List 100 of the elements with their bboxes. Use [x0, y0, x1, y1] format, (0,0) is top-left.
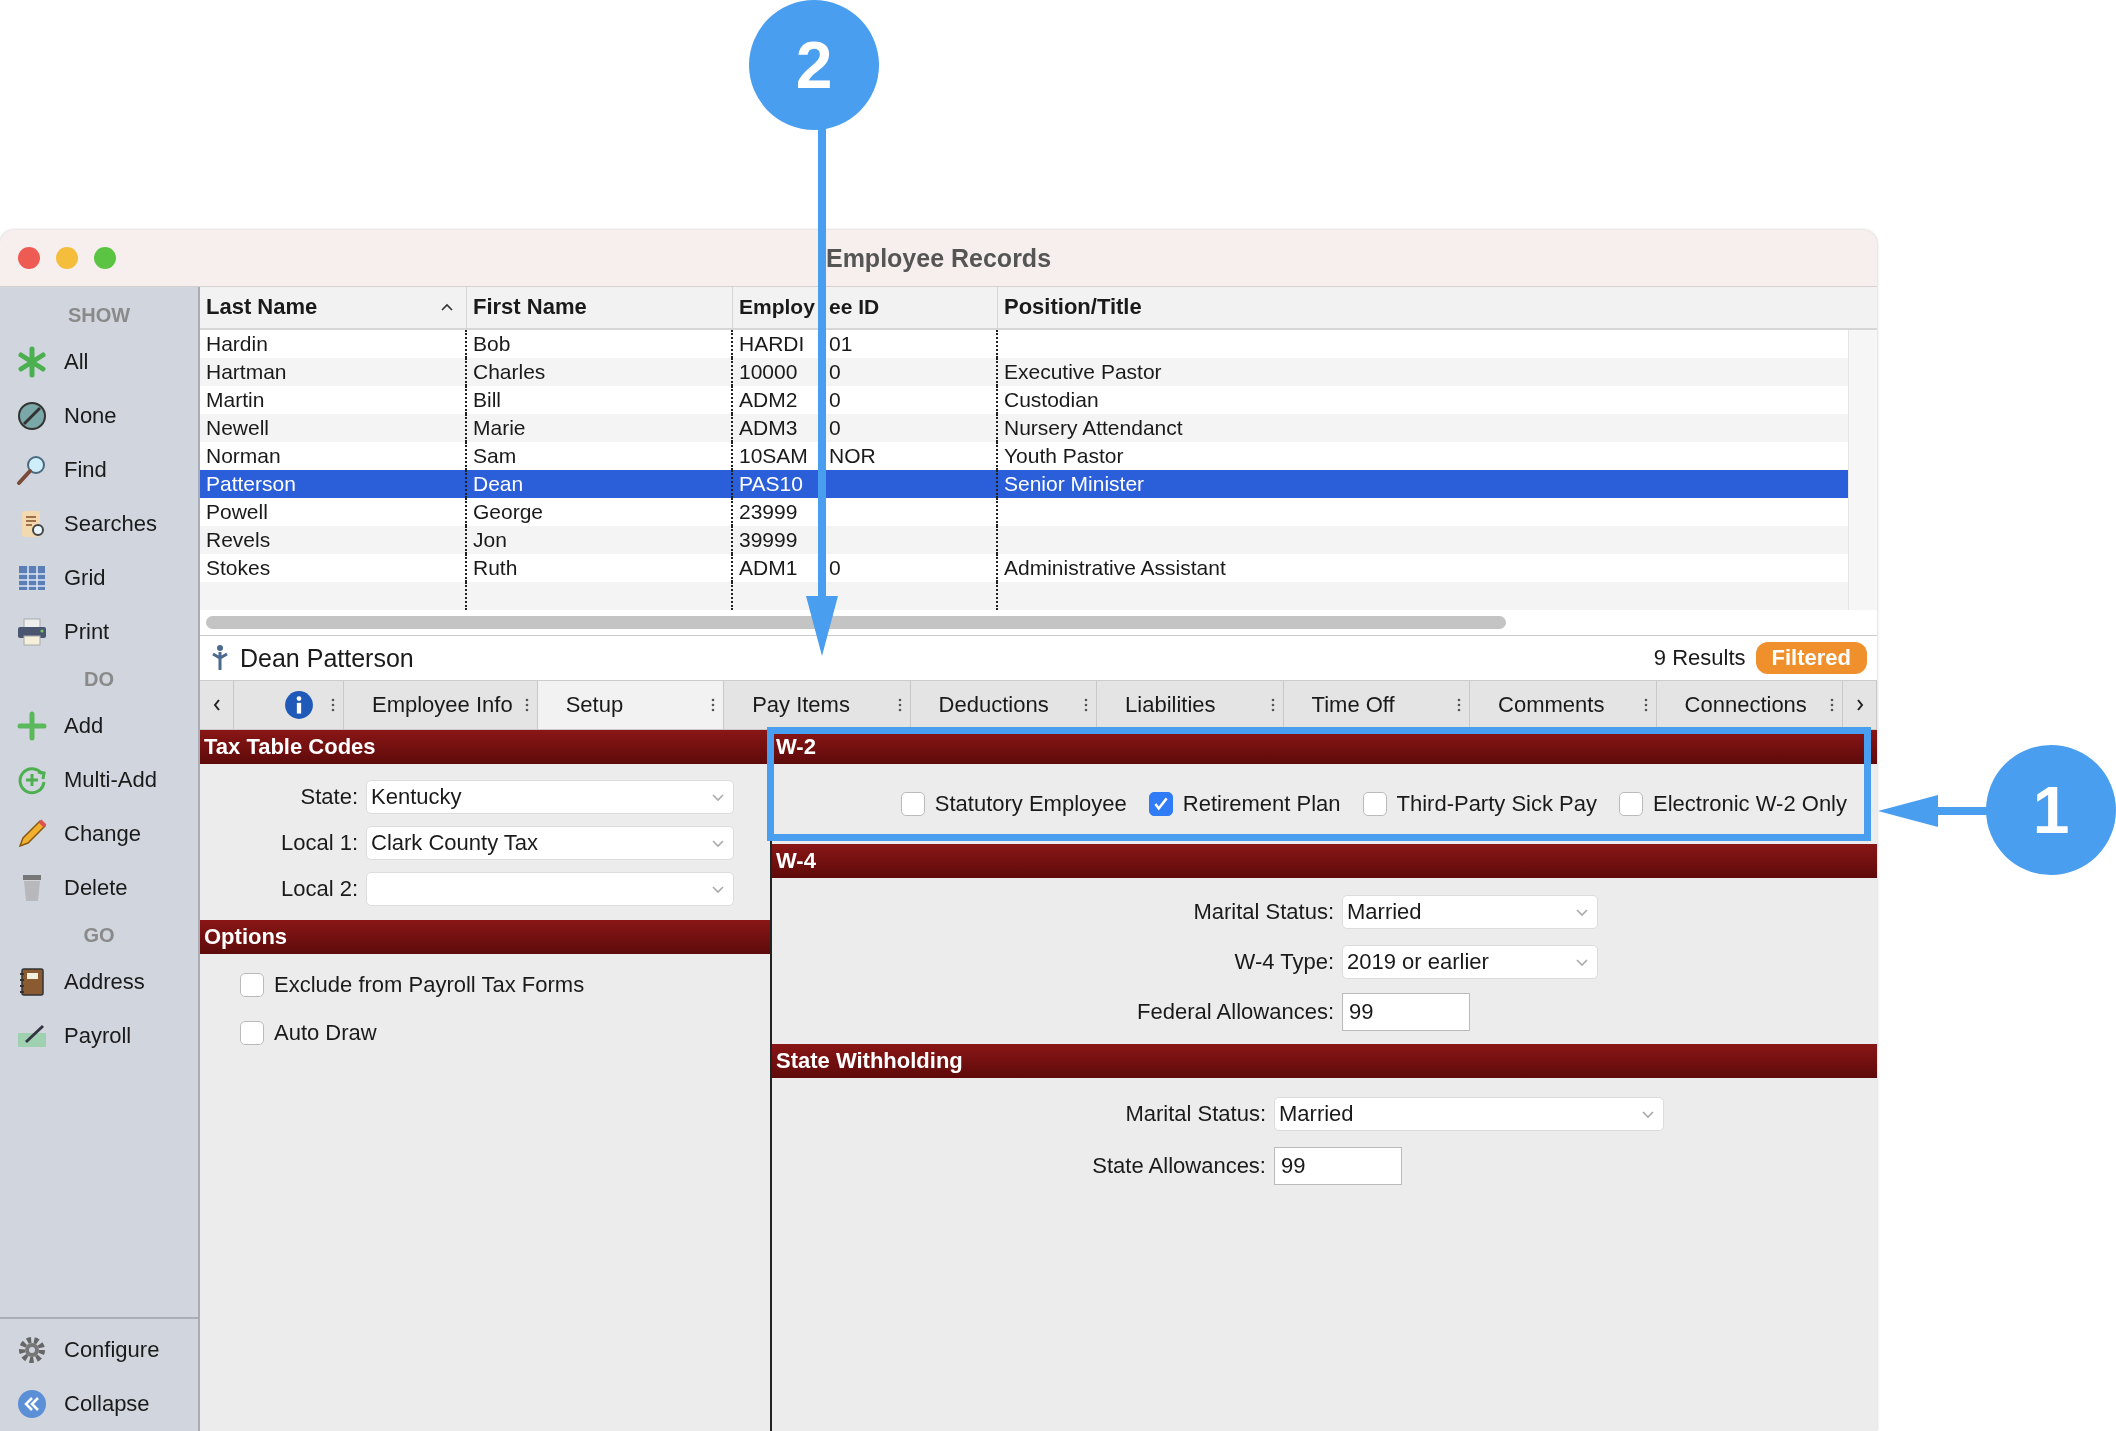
table-cell: Charles: [473, 359, 546, 383]
table-cell: Martin: [206, 387, 265, 411]
sidebar-item[interactable]: Add: [0, 699, 198, 753]
results-count: 9 Results: [1653, 645, 1746, 671]
column-header[interactable]: Position/Title: [998, 287, 1877, 328]
record-name: Dean Patterson: [240, 643, 415, 673]
tab[interactable]: Employee Info: [372, 692, 513, 718]
scrollbar-thumb[interactable]: [206, 615, 1506, 629]
select-field[interactable]: Married: [1274, 1097, 1664, 1131]
sidebar-item[interactable]: Address: [0, 955, 198, 1009]
tab[interactable]: Time Off: [1311, 692, 1395, 718]
checkbox-label: Retirement Plan: [1182, 791, 1341, 817]
sidebar-item[interactable]: None: [0, 389, 198, 443]
sidebar-item[interactable]: All: [0, 335, 198, 389]
zoom-button[interactable]: [94, 247, 116, 269]
checkbox[interactable]: [240, 973, 264, 997]
table-cell: ADM2: [739, 387, 798, 411]
table-cell-text: 01: [829, 330, 853, 357]
table-cell-text: 0: [829, 414, 841, 441]
tab[interactable]: Deductions: [938, 692, 1049, 718]
table-cell: ADM1: [739, 555, 798, 579]
more-icon[interactable]: [524, 697, 529, 713]
table-cell: ADM3: [739, 415, 798, 439]
table-cell: Hardin: [206, 331, 268, 355]
table-cell: Marie: [473, 415, 526, 439]
callout-badge: 2: [749, 0, 879, 130]
sidebar-item[interactable]: Collapse: [0, 1377, 198, 1431]
section-heading: DO: [84, 667, 114, 692]
section-header: W-4: [772, 844, 1877, 878]
sidebar-item[interactable]: Find: [0, 443, 198, 497]
checkbox-label: Electronic W-2 Only: [1653, 791, 1847, 817]
chevron-left-icon: [211, 697, 222, 713]
table-cell: 10SAM: [739, 443, 808, 467]
more-icon[interactable]: [897, 697, 902, 713]
sidebar-item[interactable]: Configure: [0, 1323, 198, 1377]
more-icon[interactable]: [331, 697, 335, 713]
column-header[interactable]: First Name: [467, 287, 733, 328]
table-cell: Bill: [473, 387, 501, 411]
tab[interactable]: Pay Items: [752, 692, 850, 718]
tab[interactable]: Liabilities: [1125, 692, 1216, 718]
sidebar-item[interactable]: Payroll: [0, 1009, 198, 1063]
select-field[interactable]: Married: [1342, 895, 1598, 929]
more-icon[interactable]: [1270, 697, 1275, 713]
printer-icon: [16, 616, 48, 648]
table-cell: Youth Pastor: [1004, 443, 1124, 467]
scrollbar-track[interactable]: [1848, 329, 1877, 610]
more-icon[interactable]: [1643, 697, 1648, 713]
chevron-down-icon: [1575, 907, 1589, 917]
select-field[interactable]: Clark County Tax: [366, 826, 734, 860]
table-row[interactable]: Revels Jon 39999: [200, 525, 1848, 554]
field-label: W-4 Type:: [1233, 949, 1334, 975]
plus-icon: [16, 710, 48, 742]
double-chevron-icon: [16, 1388, 48, 1420]
sidebar-item[interactable]: Change: [0, 807, 198, 861]
input-field[interactable]: 99: [1274, 1147, 1402, 1185]
table-row[interactable]: Patterson Dean PAS10 Senior Minister: [200, 469, 1848, 498]
circled-plus-icon: [16, 764, 48, 796]
more-icon[interactable]: [711, 697, 716, 713]
section-heading: GO: [83, 923, 115, 948]
chevron-right-icon: [1854, 697, 1865, 713]
select-field[interactable]: Kentucky: [366, 780, 734, 814]
checkbox[interactable]: [240, 1021, 264, 1045]
table-row[interactable]: Hartman Charles 10000 0 Executive Pastor: [200, 357, 1848, 386]
table-cell: Hartman: [206, 359, 287, 383]
checkbox[interactable]: [1362, 792, 1387, 816]
table-cell: Ruth: [473, 555, 518, 579]
tab[interactable]: Comments: [1498, 692, 1605, 718]
sidebar-item[interactable]: Searches: [0, 497, 198, 551]
section-header: Tax Table Codes: [200, 730, 770, 764]
table-row[interactable]: Newell Marie ADM3 0 Nursery Attendanct: [200, 413, 1848, 442]
field-label: Local 1:: [279, 830, 358, 856]
sidebar-item[interactable]: Delete: [0, 861, 198, 915]
tab[interactable]: Setup: [565, 692, 624, 718]
close-button[interactable]: [18, 247, 40, 269]
table-cell: Custodian: [1004, 387, 1099, 411]
more-icon[interactable]: [1457, 697, 1462, 713]
sidebar-item[interactable]: Multi-Add: [0, 753, 198, 807]
more-icon[interactable]: [1830, 697, 1835, 713]
tab[interactable]: Connections: [1684, 692, 1807, 718]
column-header[interactable]: Last Name: [200, 287, 467, 328]
select-field[interactable]: 2019 or earlier: [1342, 945, 1598, 979]
table-cell: Revels: [206, 527, 271, 551]
column-header[interactable]: Employ ee ID: [733, 287, 998, 328]
sidebar-item[interactable]: Print: [0, 605, 198, 659]
checkbox-label: Exclude from Payroll Tax Forms: [274, 972, 585, 998]
field-label: State Allowances:: [1091, 1153, 1266, 1179]
table-cell: Nursery Attendanct: [1004, 415, 1183, 439]
table-cell: Senior Minister: [1004, 471, 1145, 495]
table-cell-text: 0: [829, 358, 841, 385]
checkbox[interactable]: [1148, 792, 1173, 816]
sidebar-item[interactable]: Grid: [0, 551, 198, 605]
input-field[interactable]: 99: [1342, 993, 1470, 1031]
checkbox[interactable]: [1619, 792, 1643, 816]
table-cell: Administrative Assistant: [1004, 555, 1226, 579]
select-field[interactable]: [366, 872, 734, 906]
table-cell: Bob: [473, 331, 511, 355]
more-icon[interactable]: [1084, 697, 1089, 713]
minimize-button[interactable]: [56, 247, 78, 269]
gear-icon: [16, 1334, 48, 1366]
checkbox[interactable]: [900, 792, 925, 816]
